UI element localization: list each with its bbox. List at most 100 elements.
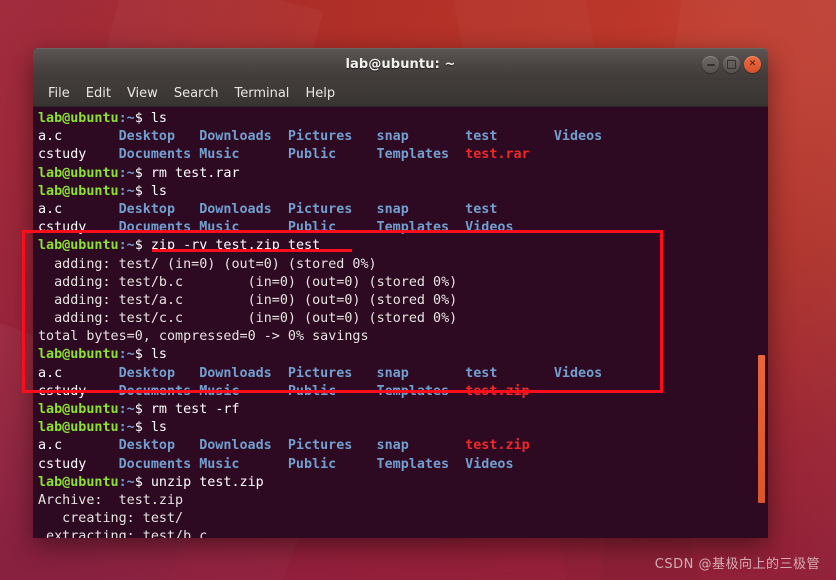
ls-entry: Music bbox=[199, 147, 240, 163]
output-text: adding: test/b.c (in=0) (out=0) (stored … bbox=[38, 274, 458, 290]
ls-entry: Downloads bbox=[199, 365, 272, 381]
output-text: Archive: test.zip bbox=[38, 492, 184, 508]
close-icon: ✕ bbox=[748, 59, 757, 69]
ls-entry: Videos bbox=[553, 129, 603, 145]
ls-entry: Documents bbox=[118, 147, 192, 163]
ls-entry: snap bbox=[376, 365, 409, 381]
menu-item-help[interactable]: Help bbox=[297, 84, 343, 103]
terminal-prompt-line: lab@ubuntu:~$ unzip test.zip bbox=[38, 474, 746, 492]
menu-item-search[interactable]: Search bbox=[166, 84, 227, 103]
menu-item-edit[interactable]: Edit bbox=[78, 84, 119, 103]
terminal-scrollbar-thumb[interactable] bbox=[758, 355, 765, 503]
menu-item-file[interactable]: File bbox=[40, 84, 78, 103]
terminal-command: ls bbox=[150, 183, 167, 199]
ls-entry: snap bbox=[376, 129, 409, 145]
ls-entry: Templates bbox=[376, 147, 450, 163]
ls-entry: Templates bbox=[376, 220, 450, 236]
prompt-path: :~ bbox=[118, 402, 135, 417]
ls-entry: Public bbox=[287, 383, 337, 399]
ls-entry: Desktop bbox=[118, 365, 176, 381]
ls-entry: Pictures bbox=[287, 438, 353, 454]
terminal-command: rm test -rf bbox=[150, 402, 240, 417]
window-title-bar[interactable]: lab@ubuntu: ~ ✕ bbox=[33, 48, 768, 80]
prompt-sigil: $ bbox=[134, 474, 151, 490]
ls-entry: Pictures bbox=[287, 129, 353, 145]
ls-entry: Videos bbox=[465, 220, 514, 236]
terminal-prompt-line: lab@ubuntu:~$ ls bbox=[38, 346, 746, 364]
prompt-user: lab@ubuntu bbox=[38, 165, 119, 181]
window-controls: ✕ bbox=[702, 49, 761, 80]
terminal-prompt-line: lab@ubuntu:~$ zip -rv test.zip test bbox=[38, 237, 746, 255]
prompt-path: :~ bbox=[118, 347, 135, 363]
terminal-ls-row: a.c Desktop Downloads Pictures snap test bbox=[38, 201, 746, 219]
prompt-user: lab@ubuntu bbox=[38, 420, 119, 436]
terminal-output-line: adding: test/b.c (in=0) (out=0) (stored … bbox=[38, 274, 746, 292]
terminal-prompt-line: lab@ubuntu:~$ rm test -rf bbox=[38, 401, 746, 419]
ls-entry: test.zip bbox=[465, 383, 530, 399]
output-text: adding: test/a.c (in=0) (out=0) (stored … bbox=[38, 292, 458, 308]
terminal-ls-row: cstudy Documents Music Public Templates test.… bbox=[38, 146, 746, 164]
terminal-prompt-line: lab@ubuntu:~$ ls bbox=[38, 110, 746, 128]
ls-entry: Documents bbox=[118, 456, 192, 472]
prompt-sigil: $ bbox=[134, 402, 151, 417]
terminal-output-line: adding: test/c.c (in=0) (out=0) (stored … bbox=[38, 310, 746, 328]
menu-item-view[interactable]: View bbox=[119, 84, 166, 103]
terminal-ls-row: a.c Desktop Downloads Pictures snap test Video… bbox=[38, 128, 746, 146]
ls-entry: Documents bbox=[118, 220, 192, 236]
ls-entry: cstudy bbox=[38, 456, 87, 472]
ls-entry: Music bbox=[199, 456, 240, 472]
prompt-user: lab@ubuntu bbox=[38, 183, 119, 199]
terminal-ls-row: cstudy Documents Music Public Templates Video… bbox=[38, 456, 746, 474]
minimize-button[interactable] bbox=[702, 56, 719, 73]
ls-entry: a.c bbox=[38, 365, 63, 381]
ls-entry: test bbox=[465, 129, 498, 145]
ls-entry: Desktop bbox=[118, 201, 176, 217]
prompt-path: :~ bbox=[118, 420, 135, 436]
terminal-output-line: creating: test/ bbox=[38, 510, 746, 528]
ls-entry: a.c bbox=[38, 201, 63, 217]
prompt-path: :~ bbox=[118, 183, 135, 199]
terminal-prompt-line: lab@ubuntu:~$ rm test.rar bbox=[38, 165, 746, 183]
menu-bar: File Edit View Search Terminal Help bbox=[33, 80, 768, 107]
terminal-command: ls bbox=[150, 111, 167, 126]
terminal-scrollbar-track[interactable] bbox=[754, 107, 768, 538]
terminal-text: lab@ubuntu:~$ ls a.c Desktop Downloads Pictu… bbox=[38, 110, 746, 538]
prompt-user: lab@ubuntu bbox=[38, 347, 119, 363]
prompt-path: :~ bbox=[118, 238, 135, 254]
close-button[interactable]: ✕ bbox=[744, 56, 761, 73]
terminal-command: ls bbox=[150, 347, 167, 363]
ls-entry: Videos bbox=[553, 365, 603, 381]
ls-entry: a.c bbox=[38, 438, 63, 454]
prompt-user: lab@ubuntu bbox=[38, 474, 119, 490]
ls-entry: Music bbox=[199, 383, 240, 399]
terminal-output-line: adding: test/a.c (in=0) (out=0) (stored … bbox=[38, 292, 746, 310]
terminal-command: ls bbox=[150, 420, 167, 436]
ls-entry: test.rar bbox=[465, 147, 530, 163]
terminal-output-line: extracting: test/b.c bbox=[38, 528, 746, 538]
ls-entry: snap bbox=[376, 201, 409, 217]
ls-entry: Music bbox=[199, 220, 240, 236]
output-text: creating: test/ bbox=[38, 511, 184, 527]
ls-entry: Public bbox=[287, 220, 337, 236]
ls-entry: test.zip bbox=[465, 438, 530, 454]
prompt-sigil: $ bbox=[134, 347, 151, 363]
prompt-sigil: $ bbox=[134, 420, 151, 436]
terminal-window[interactable]: lab@ubuntu: ~ ✕ File Edit View Search Te… bbox=[33, 48, 768, 538]
prompt-user: lab@ubuntu bbox=[38, 111, 119, 126]
prompt-path: :~ bbox=[118, 165, 135, 181]
terminal-output-area[interactable]: lab@ubuntu:~$ ls a.c Desktop Downloads Pictu… bbox=[33, 107, 768, 538]
ls-entry: Templates bbox=[376, 456, 450, 472]
terminal-ls-row: cstudy Documents Music Public Templates Video… bbox=[38, 219, 746, 237]
output-text: total bytes=0, compressed=0 -> 0% saving… bbox=[38, 329, 369, 345]
prompt-user: lab@ubuntu bbox=[38, 238, 119, 254]
terminal-output-line: adding: test/ (in=0) (out=0) (stored 0%) bbox=[38, 256, 746, 274]
terminal-prompt-line: lab@ubuntu:~$ ls bbox=[38, 419, 746, 437]
ls-entry: Templates bbox=[376, 383, 450, 399]
maximize-button[interactable] bbox=[723, 56, 740, 73]
menu-item-terminal[interactable]: Terminal bbox=[226, 84, 297, 103]
maximize-icon bbox=[727, 60, 736, 69]
ls-entry: a.c bbox=[38, 129, 63, 145]
terminal-output-line: total bytes=0, compressed=0 -> 0% saving… bbox=[38, 328, 746, 346]
prompt-user: lab@ubuntu bbox=[38, 402, 119, 417]
terminal-command: zip -rv test.zip test bbox=[150, 238, 321, 254]
